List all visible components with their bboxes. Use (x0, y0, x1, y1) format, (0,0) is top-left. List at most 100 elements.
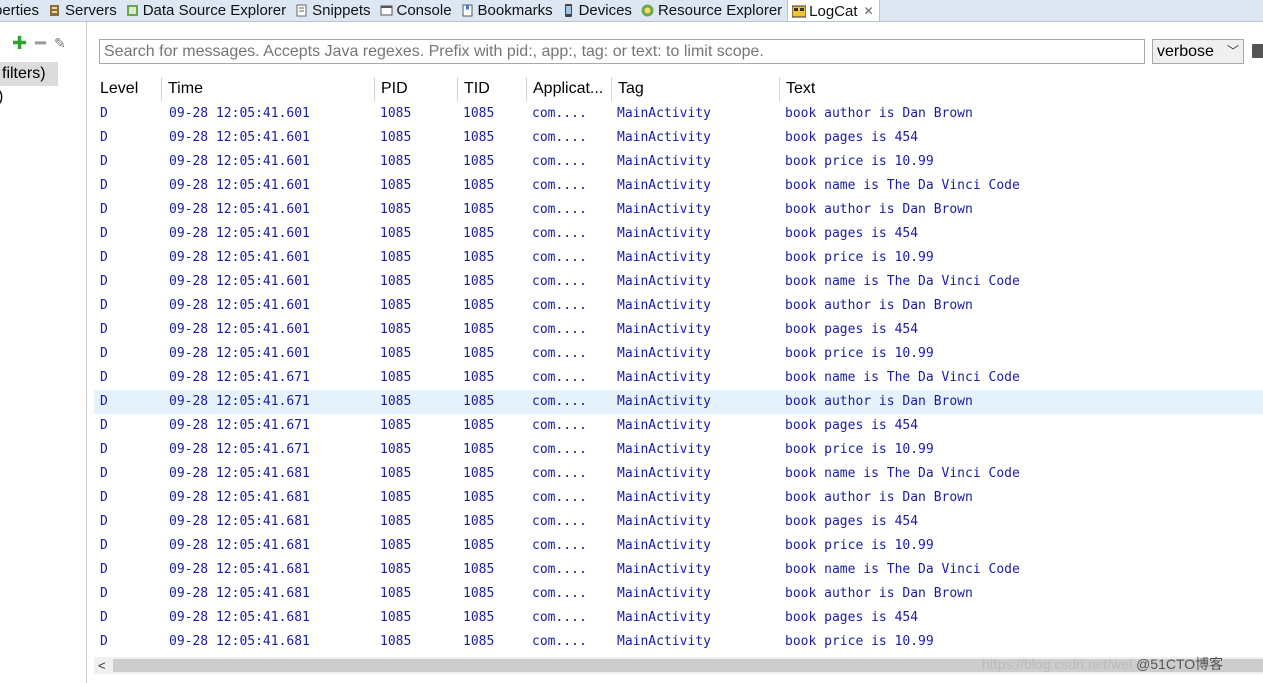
cell-app: com.... (532, 178, 587, 193)
edit-filter-icon[interactable]: ✎ (54, 34, 66, 52)
table-row[interactable]: D 09-28 12:05:41.681 1085 1085 com.... MainAc… (94, 510, 1263, 534)
tab-resource-explorer[interactable]: Resource Explorer (637, 0, 787, 21)
cell-tid: 1085 (463, 562, 495, 577)
column-header-level[interactable]: Level (94, 77, 161, 101)
chevron-down-icon: ﹀ (1226, 44, 1239, 58)
cell-pid: 1085 (380, 298, 412, 313)
table-row[interactable]: D 09-28 12:05:41.671 1085 1085 com.... MainAc… (94, 414, 1263, 438)
table-row[interactable]: D 09-28 12:05:41.681 1085 1085 com.... MainAc… (94, 606, 1263, 630)
table-row[interactable]: D 09-28 12:05:41.681 1085 1085 com.... MainAc… (94, 582, 1263, 606)
cell-pid: 1085 (380, 538, 412, 553)
table-row[interactable]: D 09-28 12:05:41.681 1085 1085 com.... MainAc… (94, 630, 1263, 654)
cell-pid: 1085 (380, 490, 412, 505)
search-input[interactable] (99, 39, 1145, 64)
filter-item[interactable]: ) (0, 88, 3, 106)
tab-label: Console (396, 2, 452, 19)
cell-text: book name is The Da Vinci Code (785, 178, 1020, 193)
table-row[interactable]: D 09-28 12:05:41.681 1085 1085 com.... MainAc… (94, 558, 1263, 582)
table-row[interactable]: D 09-28 12:05:41.601 1085 1085 com.... MainAc… (94, 294, 1263, 318)
table-row[interactable]: D 09-28 12:05:41.601 1085 1085 com.... MainAc… (94, 318, 1263, 342)
watermark-brand: @51CTO博客 (1136, 656, 1224, 672)
column-header-application[interactable]: Applicat... (526, 77, 611, 101)
column-header-text[interactable]: Text (779, 77, 1263, 101)
table-row[interactable]: D 09-28 12:05:41.601 1085 1085 com.... MainAc… (94, 102, 1263, 126)
cell-level: D (100, 466, 108, 481)
tab-bookmarks[interactable]: Bookmarks (457, 0, 558, 21)
cell-app: com.... (532, 586, 587, 601)
cell-level: D (100, 130, 108, 145)
table-row[interactable]: D 09-28 12:05:41.671 1085 1085 com.... MainAc… (94, 438, 1263, 462)
cell-time: 09-28 12:05:41.671 (169, 370, 310, 385)
cell-app: com.... (532, 370, 587, 385)
close-icon[interactable]: ✕ (864, 4, 874, 18)
tab-logcat[interactable]: LogCat ✕ (787, 0, 880, 21)
cell-level: D (100, 250, 108, 265)
console-icon (380, 4, 393, 17)
cell-pid: 1085 (380, 514, 412, 529)
filter-item-selected[interactable]: filters) (0, 62, 58, 86)
add-filter-icon[interactable]: ✚ (12, 34, 27, 52)
cell-text: book pages is 454 (785, 514, 919, 529)
cell-level: D (100, 442, 108, 457)
data-source-icon (126, 4, 139, 17)
cell-pid: 1085 (380, 394, 412, 409)
cell-text: book price is 10.99 (785, 346, 934, 361)
cell-time: 09-28 12:05:41.601 (169, 274, 310, 289)
table-row[interactable]: D 09-28 12:05:41.601 1085 1085 com.... MainAc… (94, 246, 1263, 270)
table-row[interactable]: D 09-28 12:05:41.601 1085 1085 com.... MainAc… (94, 126, 1263, 150)
cell-tag: MainActivity (617, 562, 711, 577)
table-row[interactable]: D 09-28 12:05:41.681 1085 1085 com.... MainAc… (94, 534, 1263, 558)
cell-tag: MainActivity (617, 250, 711, 265)
table-row[interactable]: D 09-28 12:05:41.601 1085 1085 com.... MainAc… (94, 150, 1263, 174)
cell-level: D (100, 370, 108, 385)
cell-text: book pages is 454 (785, 418, 919, 433)
tab-servers[interactable]: Servers (44, 0, 122, 21)
cell-tag: MainActivity (617, 274, 711, 289)
cell-tag: MainActivity (617, 202, 711, 217)
cell-app: com.... (532, 634, 587, 649)
table-row[interactable]: D 09-28 12:05:41.671 1085 1085 com.... MainAc… (94, 390, 1263, 414)
cell-tag: MainActivity (617, 322, 711, 337)
column-header-tid[interactable]: TID (457, 77, 526, 101)
save-icon[interactable] (1252, 44, 1263, 58)
cell-pid: 1085 (380, 250, 412, 265)
cell-tid: 1085 (463, 298, 495, 313)
cell-app: com.... (532, 106, 587, 121)
table-row[interactable]: D 09-28 12:05:41.601 1085 1085 com.... MainAc… (94, 222, 1263, 246)
cell-tid: 1085 (463, 346, 495, 361)
cell-level: D (100, 106, 108, 121)
log-level-value: verbose (1157, 43, 1214, 60)
cell-tag: MainActivity (617, 178, 711, 193)
table-row[interactable]: D 09-28 12:05:41.681 1085 1085 com.... MainAc… (94, 462, 1263, 486)
table-row[interactable]: D 09-28 12:05:41.681 1085 1085 com.... MainAc… (94, 486, 1263, 510)
column-header-tag[interactable]: Tag (611, 77, 779, 101)
table-row[interactable]: D 09-28 12:05:41.601 1085 1085 com.... MainAc… (94, 342, 1263, 366)
cell-tid: 1085 (463, 442, 495, 457)
column-header-time[interactable]: Time (161, 77, 374, 101)
table-row[interactable]: D 09-28 12:05:41.671 1085 1085 com.... MainAc… (94, 366, 1263, 390)
cell-tid: 1085 (463, 586, 495, 601)
log-level-select[interactable]: verbose ﹀ (1152, 39, 1244, 64)
cell-text: book name is The Da Vinci Code (785, 370, 1020, 385)
cell-tid: 1085 (463, 610, 495, 625)
tab-data-source-explorer[interactable]: Data Source Explorer (122, 0, 291, 21)
cell-level: D (100, 562, 108, 577)
cell-text: book author is Dan Brown (785, 586, 973, 601)
cell-pid: 1085 (380, 226, 412, 241)
tab-console[interactable]: Console (376, 0, 457, 21)
cell-level: D (100, 514, 108, 529)
cell-pid: 1085 (380, 154, 412, 169)
chevron-left-icon[interactable]: < (98, 657, 106, 674)
tab-properties[interactable]: perties (0, 0, 44, 21)
column-header-pid[interactable]: PID (374, 77, 457, 101)
cell-pid: 1085 (380, 610, 412, 625)
tab-snippets[interactable]: Snippets (291, 0, 375, 21)
table-row[interactable]: D 09-28 12:05:41.601 1085 1085 com.... MainAc… (94, 270, 1263, 294)
table-row[interactable]: D 09-28 12:05:41.601 1085 1085 com.... MainAc… (94, 198, 1263, 222)
cell-text: book name is The Da Vinci Code (785, 466, 1020, 481)
cell-text: book pages is 454 (785, 610, 919, 625)
remove-filter-icon[interactable]: ━ (35, 34, 46, 52)
tab-devices[interactable]: Devices (558, 0, 637, 21)
cell-level: D (100, 346, 108, 361)
table-row[interactable]: D 09-28 12:05:41.601 1085 1085 com.... MainAc… (94, 174, 1263, 198)
